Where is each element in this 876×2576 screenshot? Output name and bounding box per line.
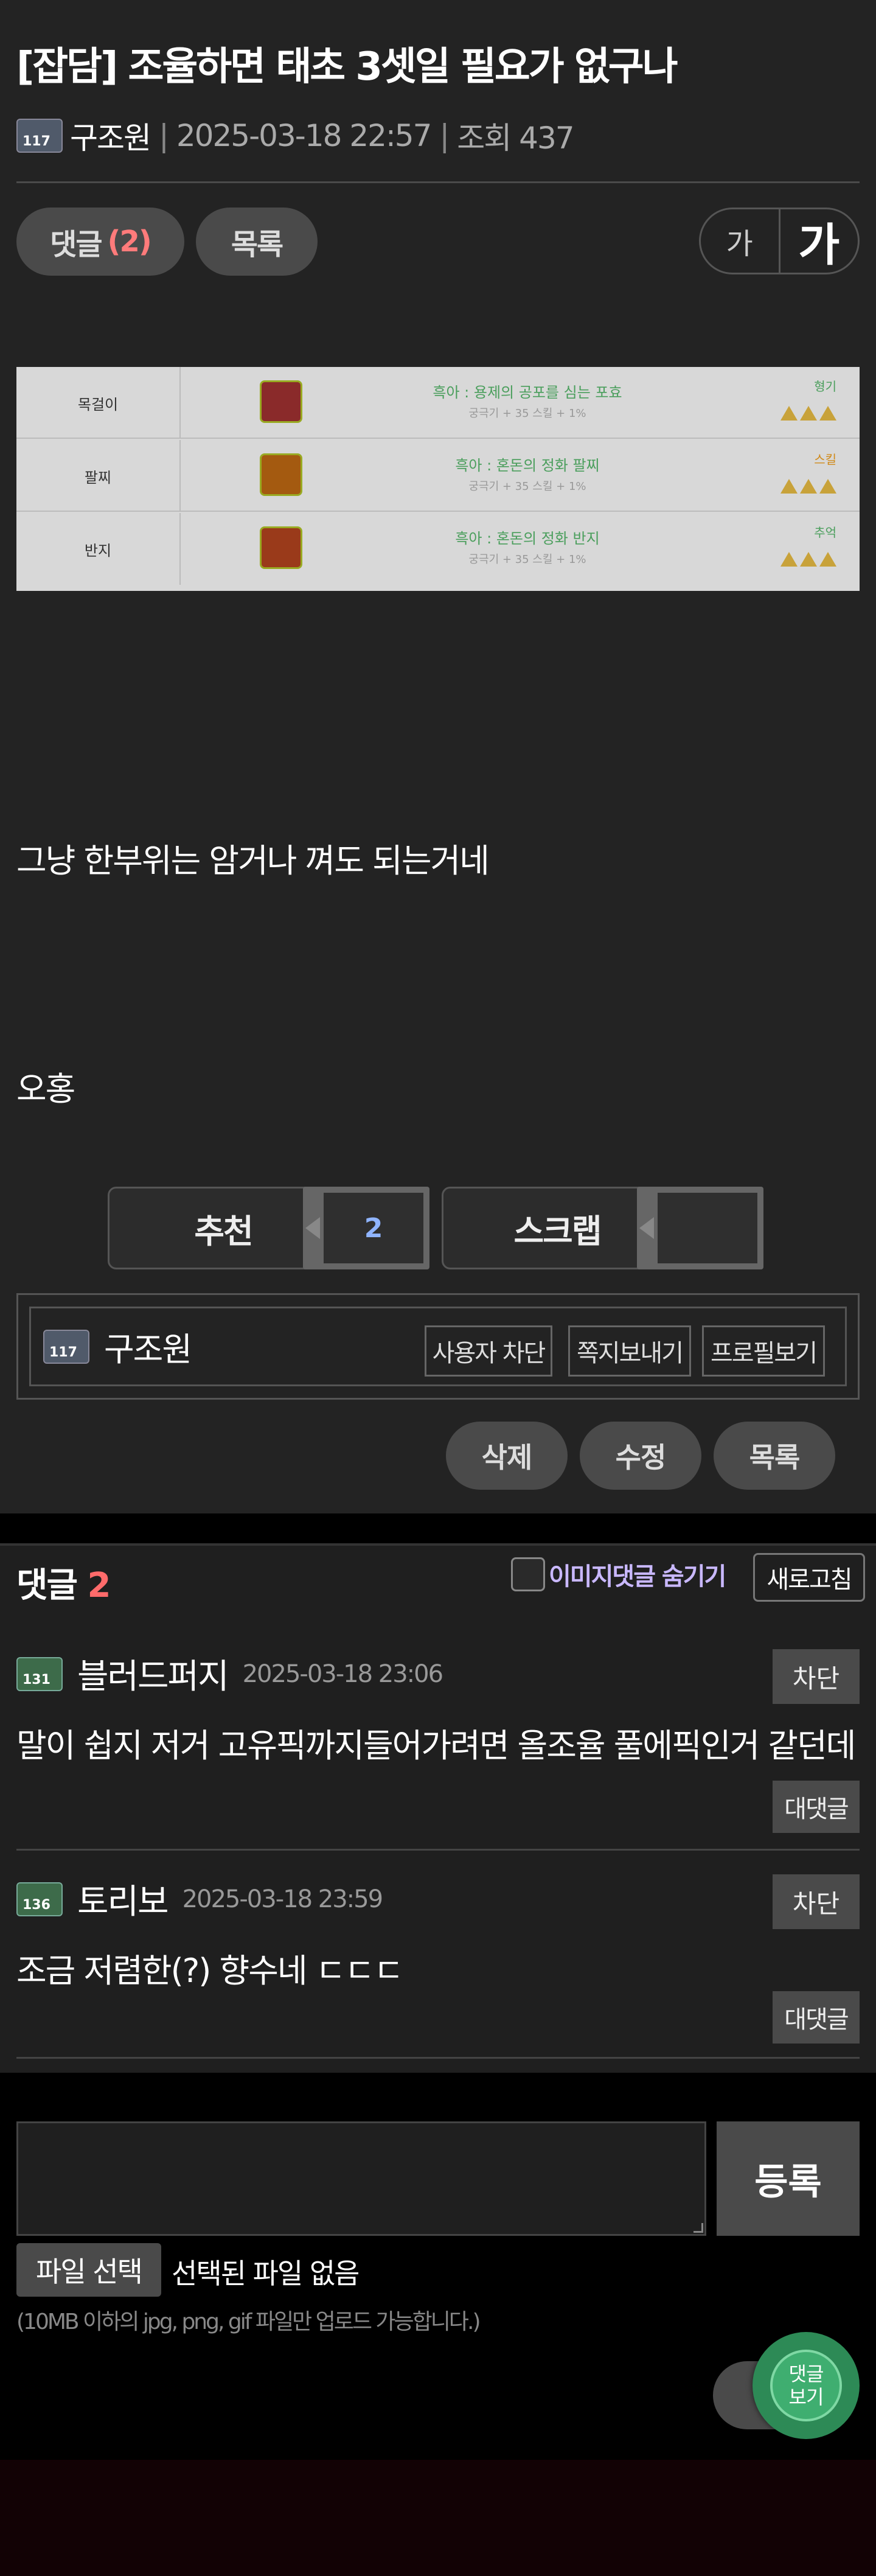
comment-divider (16, 1849, 860, 1851)
level-badge-icon: 131 (16, 1656, 63, 1691)
author-profile: 117 구조원 사용자 차단 쪽지보내기 프로필보기 (29, 1307, 847, 1386)
level-badge-icon: 136 (16, 1882, 63, 1916)
ring-icon (260, 526, 302, 569)
refresh-button[interactable]: 새로고침 (753, 1553, 865, 1602)
comment-text: 말이 쉽지 저거 고유픽까지들어가려면 올조율 풀에픽인거 같던데 (16, 1726, 856, 1765)
comment-date: 2025-03-18 23:06 (242, 1660, 443, 1688)
send-message-button[interactable]: 쪽지보내기 (568, 1325, 691, 1377)
font-size-toggle: 가 가 (699, 208, 860, 274)
comment-text: 조금 저렴한(?) 향수네 ㄷㄷㄷ (16, 1952, 404, 1990)
post-author[interactable]: 구조원 (70, 114, 151, 158)
delete-button[interactable]: 삭제 (446, 1422, 568, 1490)
author-profile-box: 117 구조원 사용자 차단 쪽지보내기 프로필보기 (16, 1293, 860, 1400)
comments-button[interactable]: 댓글 (2) (16, 208, 184, 276)
page-footer (0, 2460, 876, 2576)
grade-triangles-icon (780, 406, 836, 421)
block-comment-author-button[interactable]: 차단 (773, 1874, 860, 1929)
hide-image-comments-toggle[interactable]: 이미지댓글 숨기기 (511, 1557, 726, 1592)
comments-count: (2) (107, 225, 152, 259)
level-badge-icon: 117 (16, 119, 63, 153)
comment-divider (16, 2057, 860, 2059)
list-button-top[interactable]: 목록 (196, 208, 318, 276)
recommend-count: 2 (324, 1193, 423, 1263)
font-big-button[interactable]: 가 (780, 209, 858, 273)
list-button-bottom[interactable]: 목록 (714, 1422, 835, 1490)
edit-button[interactable]: 수정 (580, 1422, 701, 1490)
necklace-icon (260, 380, 302, 423)
file-select-button[interactable]: 파일 선택 (16, 2243, 161, 2297)
view-profile-button[interactable]: 프로필보기 (702, 1325, 825, 1377)
comment-input[interactable] (16, 2121, 706, 2236)
post-meta: 117 구조원 | 2025-03-18 22:57 | 조회 437 (16, 114, 575, 158)
grade-triangles-icon (780, 552, 836, 567)
item-row: 반지 흑아 : 혼돈의 정화 반지 궁극기 + 35 스킬 + 1% 추억 (16, 513, 860, 585)
post-body-line: 그냥 한부위는 암거나 껴도 되는거네 (16, 842, 490, 880)
reply-button[interactable]: 대댓글 (773, 1781, 860, 1833)
view-comments-floating-button[interactable]: 댓글 보기 (753, 2332, 860, 2439)
divider (16, 181, 860, 183)
comments-section: 댓글 2 이미지댓글 숨기기 새로고침 131 블러드퍼지 2025-03-18… (0, 1543, 876, 2073)
post-body-line: 오홍 (16, 1070, 75, 1108)
meta-separator: | (439, 118, 450, 153)
article: [잡담] 조율하면 태초 3셋일 필요가 없구나 117 구조원 | 2025-… (0, 0, 876, 1513)
bracelet-icon (260, 453, 302, 496)
profile-name[interactable]: 구조원 (104, 1322, 192, 1370)
comments-header: 댓글 2 (16, 1566, 111, 1605)
item-table-image: 목걸이 흑아 : 용제의 공포를 심는 포효 궁극기 + 35 스킬 + 1% … (16, 367, 860, 591)
comment-bubble-icon: 댓글 보기 (770, 2350, 842, 2421)
file-status: 선택된 파일 없음 (172, 2257, 360, 2290)
comment-author[interactable]: 블러드퍼지 (77, 1649, 229, 1698)
scrap-count (658, 1193, 757, 1263)
comment-date: 2025-03-18 23:59 (182, 1885, 383, 1913)
item-row: 팔찌 흑아 : 혼돈의 정화 팔찌 궁극기 + 35 스킬 + 1% 스킬 (16, 440, 860, 512)
post-date: 2025-03-18 22:57 (176, 118, 433, 153)
grade-triangles-icon (780, 479, 836, 494)
block-user-button[interactable]: 사용자 차단 (425, 1325, 552, 1377)
comment-author[interactable]: 토리보 (77, 1874, 169, 1924)
resize-grip-icon[interactable] (693, 2223, 703, 2233)
recommend-count-box: 2 (303, 1187, 429, 1269)
meta-separator: | (159, 118, 169, 153)
arrow-left-icon (639, 1217, 654, 1239)
scrap-count-box (637, 1187, 763, 1269)
reply-button[interactable]: 대댓글 (773, 1991, 860, 2044)
post-views: 조회 437 (457, 120, 574, 156)
submit-comment-button[interactable]: 등록 (717, 2121, 860, 2236)
level-badge-icon: 117 (43, 1329, 89, 1364)
post-title: [잡담] 조율하면 태초 3셋일 필요가 없구나 (16, 44, 678, 89)
checkbox-icon[interactable] (511, 1557, 545, 1591)
font-small-button[interactable]: 가 (701, 209, 780, 273)
arrow-left-icon (305, 1217, 320, 1239)
block-comment-author-button[interactable]: 차단 (773, 1649, 860, 1704)
comments-header-count: 2 (87, 1566, 111, 1605)
file-upload-note: (10MB 이하의 jpg, png, gif 파일만 업로드 가능합니다.) (16, 2309, 481, 2334)
item-row: 목걸이 흑아 : 용제의 공포를 심는 포효 궁극기 + 35 스킬 + 1% … (16, 367, 860, 439)
